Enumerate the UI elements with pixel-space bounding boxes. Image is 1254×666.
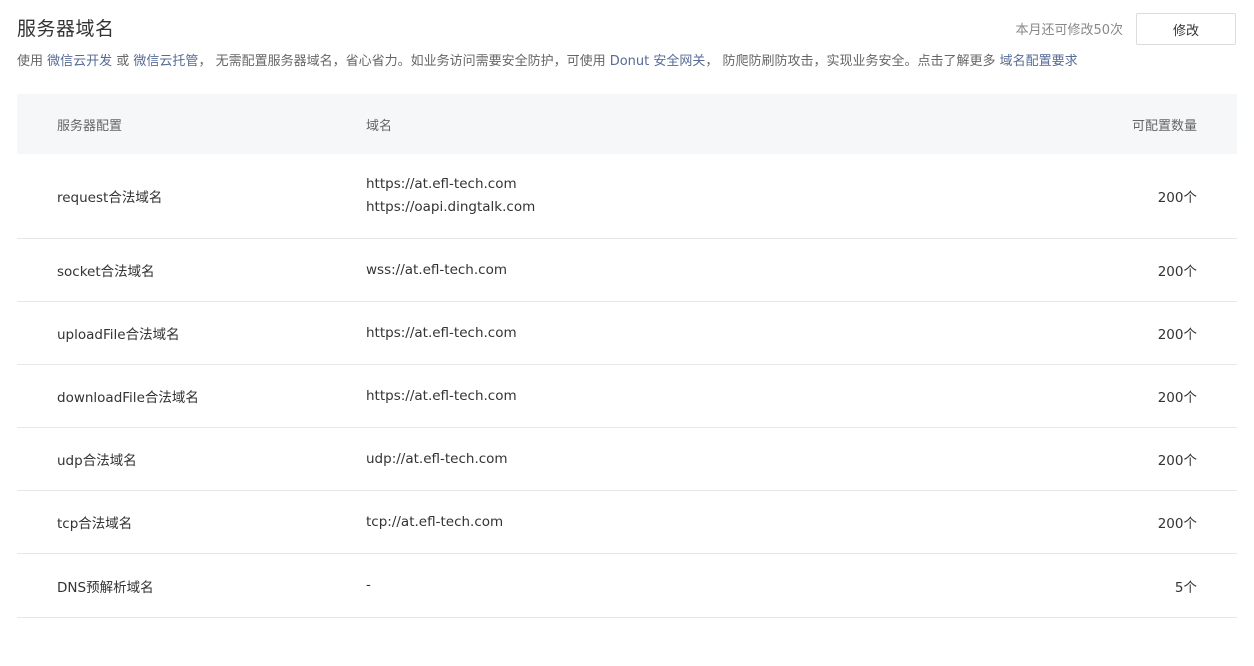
table-row: request合法域名 https://at.efl-tech.com http…	[17, 154, 1237, 239]
table-row: DNS预解析域名 - 5个	[17, 554, 1237, 618]
domain-table: 服务器配置 域名 可配置数量 request合法域名 https://at.ef…	[17, 94, 1237, 618]
header-config: 服务器配置	[57, 118, 123, 134]
modify-button[interactable]: 修改	[1136, 13, 1236, 45]
row-domain: https://at.efl-tech.com	[366, 176, 517, 192]
row-domains: https://at.efl-tech.com	[366, 385, 937, 408]
cloud-hosting-link[interactable]: 微信云托管	[133, 54, 198, 69]
row-count: 200个	[1157, 453, 1197, 469]
row-domain: https://at.efl-tech.com	[366, 387, 517, 404]
row-domains: tcp://at.efl-tech.com	[366, 511, 937, 534]
row-domains: https://at.efl-tech.com https://oapi.din…	[366, 173, 937, 219]
server-domain-panel: 服务器域名 本月还可修改50次 修改 使用 微信云开发 或 微信云托管， 无需配…	[0, 0, 1254, 666]
desc-middle: ， 无需配置服务器域名，省心省力。如业务访问需要安全防护，可使用	[198, 54, 610, 69]
row-domain: -	[366, 577, 371, 593]
row-config-name: DNS预解析域名	[57, 579, 154, 596]
row-count: 200个	[1157, 390, 1197, 406]
row-config-name: request合法域名	[57, 190, 163, 206]
table-row: downloadFile合法域名 https://at.efl-tech.com…	[17, 365, 1237, 428]
row-domain: tcp://at.efl-tech.com	[366, 513, 504, 530]
row-count: 200个	[1157, 264, 1197, 280]
row-domains: https://at.efl-tech.com	[366, 322, 937, 345]
desc-suffix: ， 防爬防刷防攻击，实现业务安全。点击了解更多	[705, 54, 1000, 69]
row-domain: udp://at.efl-tech.com	[366, 450, 508, 467]
desc-or: 或	[112, 54, 134, 69]
row-domain: https://oapi.dingtalk.com	[366, 199, 536, 215]
row-count: 5个	[1174, 579, 1197, 596]
row-config-name: udp合法域名	[57, 453, 137, 469]
donut-gateway-link[interactable]: Donut 安全网关	[610, 54, 706, 69]
row-domains: udp://at.efl-tech.com	[366, 448, 937, 471]
header-domain: 域名	[366, 118, 393, 134]
row-count: 200个	[1157, 190, 1197, 206]
table-header: 服务器配置 域名 可配置数量	[17, 94, 1237, 154]
row-domains: wss://at.efl-tech.com	[366, 259, 937, 282]
row-domains: -	[366, 574, 937, 597]
row-config-name: socket合法域名	[57, 264, 155, 280]
table-row: socket合法域名 wss://at.efl-tech.com 200个	[17, 239, 1237, 302]
row-config-name: downloadFile合法域名	[57, 390, 199, 406]
cloud-dev-link[interactable]: 微信云开发	[47, 54, 112, 69]
header-count: 可配置数量	[1131, 118, 1197, 134]
table-row: uploadFile合法域名 https://at.efl-tech.com 2…	[17, 302, 1237, 365]
domain-requirements-link[interactable]: 域名配置要求	[1000, 54, 1078, 69]
page-title: 服务器域名	[17, 18, 115, 40]
row-count: 200个	[1157, 516, 1197, 532]
row-config-name: tcp合法域名	[57, 516, 133, 532]
row-domain: wss://at.efl-tech.com	[366, 261, 507, 278]
row-count: 200个	[1157, 327, 1197, 343]
modify-quota-text: 本月还可修改50次	[1015, 23, 1123, 38]
row-domain: https://at.efl-tech.com	[366, 324, 517, 341]
row-config-name: uploadFile合法域名	[57, 327, 180, 343]
desc-prefix: 使用	[17, 54, 48, 69]
table-row: tcp合法域名 tcp://at.efl-tech.com 200个	[17, 491, 1237, 554]
table-row: udp合法域名 udp://at.efl-tech.com 200个	[17, 428, 1237, 491]
description-text: 使用 微信云开发 或 微信云托管， 无需配置服务器域名，省心省力。如业务访问需要…	[17, 50, 1078, 69]
